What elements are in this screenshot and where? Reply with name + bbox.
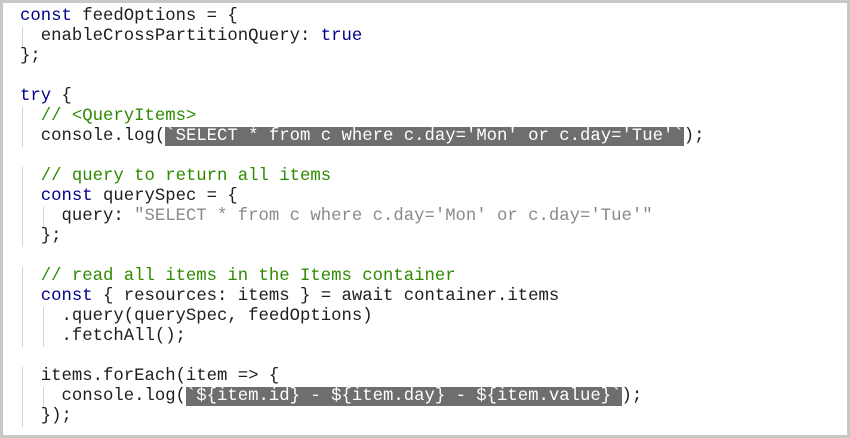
code-text: querySpec = { xyxy=(92,187,238,206)
code-line: // query to return all items xyxy=(20,167,704,187)
code-keyword: const xyxy=(40,287,93,306)
code-text: { xyxy=(51,87,72,106)
code-template-literal: `${item.id} - ${item.day} - ${item.value… xyxy=(185,387,622,406)
code-line: .query(querySpec, feedOptions) xyxy=(20,307,704,327)
code-line: // read all items in the Items container xyxy=(20,267,704,287)
code-line: const feedOptions = { xyxy=(20,7,704,27)
code-line: }); xyxy=(20,407,704,427)
code-text: console.log( xyxy=(40,127,166,146)
code-text: ); xyxy=(683,127,705,146)
code-line: items.forEach(item => { xyxy=(20,367,704,387)
code-text: query: xyxy=(61,207,135,226)
code-keyword: const xyxy=(20,7,72,26)
code-line: .fetchAll(); xyxy=(20,327,704,347)
code-text: }); xyxy=(40,407,72,426)
code-block: const feedOptions = { enableCrossPartiti… xyxy=(20,7,704,427)
code-text: console.log( xyxy=(61,387,186,406)
code-line: // <QueryItems> xyxy=(20,107,704,127)
code-comment: // read all items in the Items container xyxy=(40,267,456,286)
code-line: console.log(`${item.id} - ${item.day} - … xyxy=(20,387,704,407)
code-text: .query(querySpec, feedOptions) xyxy=(61,307,373,326)
code-comment: // <QueryItems> xyxy=(40,107,197,126)
code-line: console.log(`SELECT * from c where c.day… xyxy=(20,127,704,147)
code-line: const querySpec = { xyxy=(20,187,704,207)
code-line: try { xyxy=(20,87,704,107)
code-keyword: const xyxy=(40,187,93,206)
code-snippet-frame: const feedOptions = { enableCrossPartiti… xyxy=(0,0,850,438)
code-text: .fetchAll(); xyxy=(61,327,186,346)
code-text: ); xyxy=(621,387,643,406)
code-template-literal: `SELECT * from c where c.day='Mon' or c.… xyxy=(165,127,684,146)
code-text: }; xyxy=(40,227,62,246)
code-line: }; xyxy=(20,227,704,247)
code-text: items.forEach(item => { xyxy=(40,367,280,386)
code-comment: // query to return all items xyxy=(40,167,332,186)
code-text: feedOptions = { xyxy=(71,7,238,26)
code-line: enableCrossPartitionQuery: true xyxy=(20,27,704,47)
code-text: }; xyxy=(20,47,41,66)
code-line: const { resources: items } = await conta… xyxy=(20,287,704,307)
code-text: { resources: items } = await container.i… xyxy=(92,287,560,306)
code-keyword: try xyxy=(20,87,52,106)
code-text: enableCrossPartitionQuery: xyxy=(40,27,321,46)
code-string: "SELECT * from c where c.day='Mon' or c.… xyxy=(134,207,653,226)
code-keyword: true xyxy=(320,27,363,46)
code-line: query: "SELECT * from c where c.day='Mon… xyxy=(20,207,704,227)
code-line: }; xyxy=(20,47,704,67)
